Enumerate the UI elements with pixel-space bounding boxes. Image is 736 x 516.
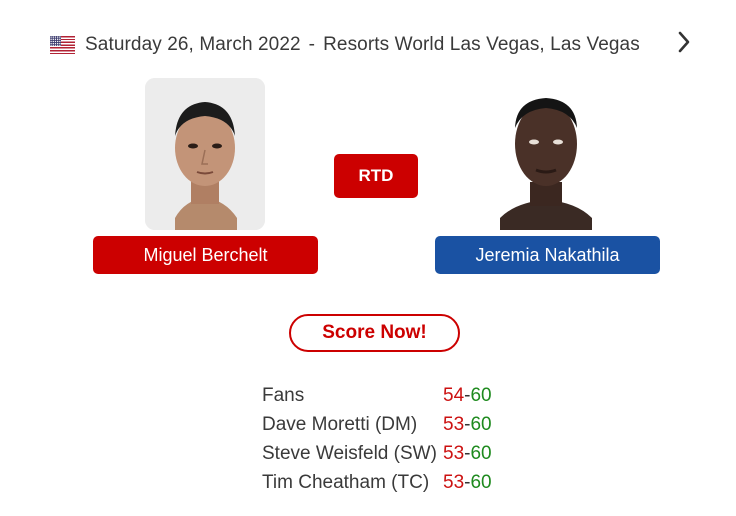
scorecard-value: 54-60 <box>443 385 492 407</box>
scorecard-row-sw: Steve Weisfeld (SW) 53-60 <box>262 443 502 472</box>
scorecards-list: Fans 54-60 Dave Moretti (DM) 53-60 Steve… <box>262 385 502 501</box>
scorecard-label: Tim Cheatham (TC) <box>262 472 430 493</box>
blue-fighter-photo <box>486 78 606 230</box>
scorecard-label: Fans <box>262 385 305 406</box>
red-score: 54 <box>443 385 465 406</box>
event-venue: Resorts World Las Vegas, Las Vegas <box>323 34 640 55</box>
blue-score: 60 <box>470 443 492 464</box>
red-score: 53 <box>443 472 465 493</box>
red-score: 53 <box>443 443 465 464</box>
scorecard-row-tc: Tim Cheatham (TC) 53-60 <box>262 472 502 501</box>
scorecard-value: 53-60 <box>443 414 492 436</box>
blue-score: 60 <box>470 385 492 406</box>
chevron-right-icon <box>678 31 690 53</box>
scorecard-row-dm: Dave Moretti (DM) 53-60 <box>262 414 502 443</box>
blue-score: 60 <box>470 414 492 435</box>
red-fighter-photo <box>145 78 265 230</box>
event-header: Saturday 26, March 2022- Resorts World La… <box>50 32 690 58</box>
event-separator: - <box>308 34 316 55</box>
blue-fighter-name-button[interactable]: Jeremia Nakathila <box>435 236 660 274</box>
scorecard-value: 53-60 <box>443 472 492 494</box>
fight-result-badge: RTD <box>334 154 418 198</box>
event-info: Saturday 26, March 2022- Resorts World La… <box>85 34 640 56</box>
scorecard-row-fans: Fans 54-60 <box>262 385 502 414</box>
scorecard-label: Dave Moretti (DM) <box>262 414 418 435</box>
scorecard-value: 53-60 <box>443 443 492 465</box>
blue-score: 60 <box>470 472 492 493</box>
red-score: 53 <box>443 414 465 435</box>
red-fighter-name-button[interactable]: Miguel Berchelt <box>93 236 318 274</box>
score-now-button[interactable]: Score Now! <box>289 314 460 352</box>
event-date: Saturday 26, March 2022 <box>85 34 301 55</box>
us-flag-icon <box>50 36 75 54</box>
next-event-button[interactable] <box>672 30 696 54</box>
scorecard-label: Steve Weisfeld (SW) <box>262 443 437 464</box>
